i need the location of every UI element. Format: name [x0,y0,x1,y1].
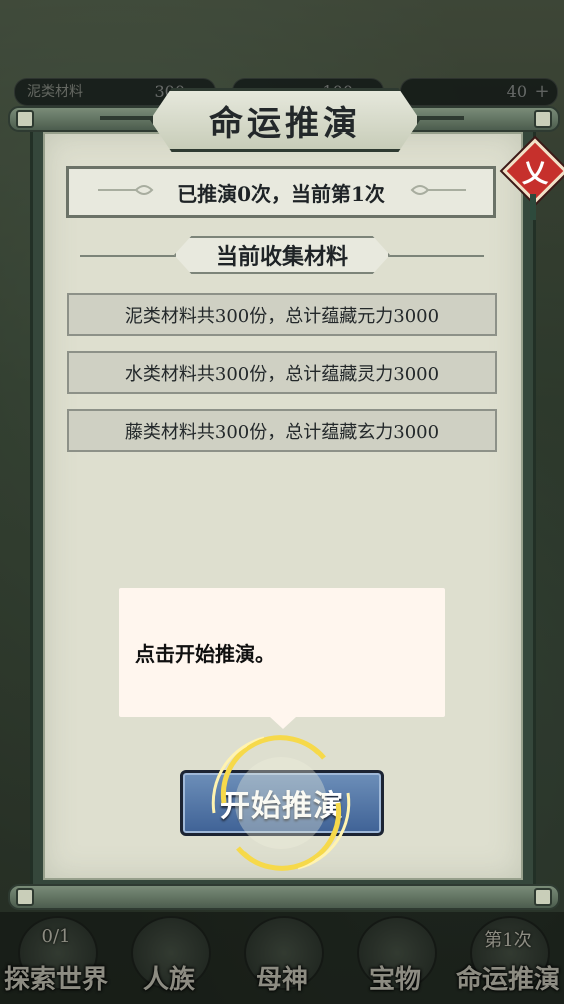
nav-dim-overlay [0,912,564,1004]
close-icon: 乂 [521,158,548,189]
start-deduction-button[interactable]: 开始推演 [180,770,384,836]
material-row-mud: 泥类材料共300份，总计蕴藏元力3000 [67,293,497,336]
material-text: 水类材料共300份，总计蕴藏灵力3000 [124,363,440,385]
section-line-left [80,255,190,257]
guide-tooltip: 点击开始推演。 [119,588,445,717]
dialog-title: 命运推演 [150,88,420,152]
material-row-vine: 藤类材料共300份，总计蕴藏玄力3000 [67,409,497,452]
close-tassel [530,194,536,220]
material-text: 泥类材料共300份，总计蕴藏元力3000 [124,305,440,327]
guide-tooltip-text: 点击开始推演。 [135,642,275,666]
scroll-knob-left [16,888,34,906]
section-title: 当前收集材料 [174,236,390,274]
tooltip-pointer [270,717,296,729]
dialog-title-plaque: 命运推演 [100,88,464,152]
material-row-water: 水类材料共300份，总计蕴藏灵力3000 [67,351,497,394]
cloud-ornament-left-icon [98,185,154,195]
section-header: 当前收集材料 [80,236,484,276]
scroll-knob-left [16,110,34,128]
start-deduction-label: 开始推演 [220,789,344,824]
deduction-count-text: 已推演0次，当前第1次 [177,181,385,206]
section-line-right [374,255,484,257]
scroll-rod-bottom [8,884,560,910]
scroll-knob-right [534,110,552,128]
cloud-ornament-right-icon [410,185,466,195]
material-text: 藤类材料共300份，总计蕴藏玄力3000 [124,421,440,443]
scroll-knob-right [534,888,552,906]
